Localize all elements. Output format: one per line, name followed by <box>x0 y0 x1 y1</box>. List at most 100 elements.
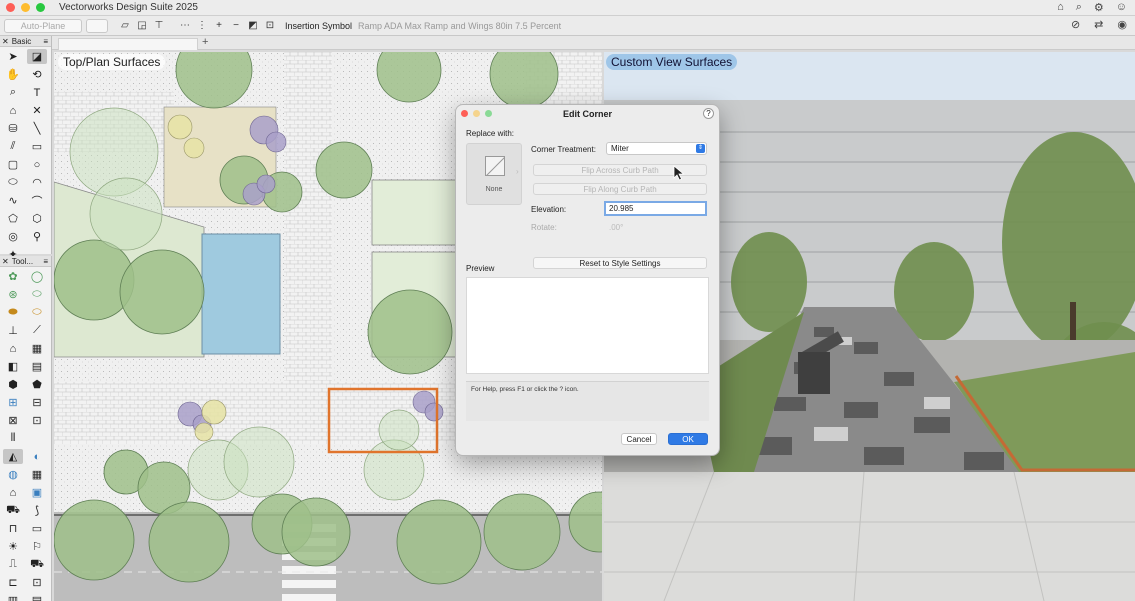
pipe-tool-icon[interactable]: ⊞ <box>3 395 23 410</box>
path-tool-icon[interactable]: ⟆ <box>27 503 47 518</box>
house-tool-icon[interactable]: ⌂ <box>3 485 23 500</box>
reset-to-style-settings-button[interactable]: Reset to Style Settings <box>533 257 707 269</box>
stair-tool-icon[interactable]: ⬢ <box>3 377 23 392</box>
flyover-tool-icon[interactable]: ⟲ <box>27 67 47 82</box>
polyline-tool-icon[interactable]: ⌒ <box>27 193 47 208</box>
text-tool-icon[interactable]: T <box>27 85 47 100</box>
roof-tool-icon[interactable]: ▦ <box>27 341 47 356</box>
selection-tool-icon[interactable]: ➤ <box>3 49 23 64</box>
window-controls[interactable] <box>6 3 45 12</box>
insertion-symbol-select[interactable]: Ramp ADA Max Ramp and Wings 80in 7.5 Per… <box>358 21 561 31</box>
snap-icon[interactable]: ⊘ <box>1071 18 1080 31</box>
rectangle-tool-icon[interactable]: ▭ <box>27 139 47 154</box>
fence-tool-icon[interactable]: ⊟ <box>27 395 47 410</box>
schedule-tool-icon[interactable]: ▥ <box>3 593 23 601</box>
curb-mode-icon[interactable]: ◲ <box>135 19 149 33</box>
parking-tool-icon[interactable]: ⊡ <box>27 413 47 428</box>
document-tab[interactable] <box>58 38 198 50</box>
elevation-field[interactable]: 20.985 <box>604 201 707 216</box>
site-model-icon[interactable]: ⊥ <box>3 323 23 338</box>
massing-tool-icon[interactable]: ◯ <box>27 269 47 284</box>
callout-tool-icon[interactable]: ⌂ <box>3 103 23 118</box>
layers-icon[interactable]: ⇄ <box>1094 18 1103 31</box>
wall-tool-icon[interactable]: ◧ <box>3 359 23 374</box>
landscape-area-icon[interactable]: ⬬ <box>3 305 23 320</box>
spiral-tool-icon[interactable]: ◎ <box>3 229 23 244</box>
zoom-window-button[interactable] <box>36 3 45 12</box>
grid-tool-icon[interactable]: ▦ <box>27 467 47 482</box>
oval-tool-icon[interactable]: ⬭ <box>3 175 23 190</box>
minimize-window-button[interactable] <box>21 3 30 12</box>
options-icon[interactable]: ⊡ <box>263 19 277 33</box>
render-icon[interactable]: ◉ <box>1117 18 1127 31</box>
flip-along-curb-path-button[interactable]: Flip Along Curb Path <box>533 183 707 195</box>
user-icon[interactable]: ☺ <box>1116 1 1127 14</box>
add-tab-icon[interactable]: + <box>202 36 208 48</box>
eyedropper-tool-icon[interactable]: ⚲ <box>27 229 47 244</box>
palette-menu-icon[interactable]: ≡ <box>43 257 48 266</box>
building-tool-icon[interactable]: ⌂ <box>3 341 23 356</box>
sidewalk-tool-icon[interactable]: ◭ <box>3 449 23 464</box>
settings-icon[interactable]: ⚙ <box>1094 1 1104 14</box>
zoom-tool-icon[interactable]: ⌕ <box>3 85 23 100</box>
freehand-tool-icon[interactable]: ∿ <box>3 193 23 208</box>
insertion-symbol-label: Insertion Symbol <box>285 20 353 31</box>
hardscape-tool-icon[interactable]: ⬭ <box>27 287 47 302</box>
arc-tool-icon[interactable]: ◠ <box>27 175 47 190</box>
line-tool-icon[interactable]: ╲ <box>27 121 47 136</box>
reshape-tool-icon[interactable]: ◪ <box>27 49 47 64</box>
close-window-button[interactable] <box>6 3 15 12</box>
circle-tool-icon[interactable]: ○ <box>27 157 47 172</box>
polygon-tool-icon[interactable]: ⬠ <box>3 211 23 226</box>
search-icon[interactable]: ⌕ <box>1076 1 1082 14</box>
report-tool-icon[interactable]: ▤ <box>27 593 47 601</box>
seating-tool-icon[interactable]: ⊏ <box>3 575 23 590</box>
symbol-mode-icon[interactable]: ⊤ <box>152 19 166 33</box>
lighting-tool-icon[interactable]: ☀ <box>3 539 23 554</box>
grade-tool-icon[interactable]: ⟋ <box>27 323 47 338</box>
media-tool-icon[interactable]: ⊡ <box>27 575 47 590</box>
close-palette-icon[interactable]: ✕ <box>2 37 9 46</box>
ok-button[interactable]: OK <box>668 433 708 445</box>
tree-tool-icon[interactable]: ⊛ <box>3 287 23 302</box>
attribute-mapping-icon[interactable]: ⛁ <box>3 121 23 136</box>
curb-tool-icon[interactable]: ⊠ <box>3 413 23 428</box>
vehicle-tool-icon[interactable]: ⛟ <box>3 503 23 518</box>
regular-polygon-tool-icon[interactable]: ⬡ <box>27 211 47 226</box>
plant-tool-icon[interactable]: ✿ <box>3 269 23 284</box>
home-icon[interactable]: ⌂ <box>1057 1 1064 14</box>
bench-tool-icon[interactable]: ⊓ <box>3 521 23 536</box>
water-tool-icon[interactable]: ◐ <box>27 449 47 464</box>
globe-tool-icon[interactable]: ◍ <box>3 467 23 482</box>
pan-tool-icon[interactable]: ✋ <box>3 67 23 82</box>
slab-tool-icon[interactable]: ▤ <box>27 359 47 374</box>
auto-plane-button[interactable]: Auto-Plane <box>4 18 82 33</box>
edit-corner-icon[interactable]: ◩ <box>246 19 260 33</box>
plan-view-label[interactable]: Top/Plan Surfaces <box>58 54 166 70</box>
camera-tool-icon[interactable]: ▣ <box>27 485 47 500</box>
sign-tool-icon[interactable]: ⚐ <box>27 539 47 554</box>
irrigation-icon[interactable]: ⬭ <box>27 305 47 320</box>
palette-menu-icon[interactable]: ≡ <box>43 37 48 46</box>
custom-view-label[interactable]: Custom View Surfaces <box>606 54 738 70</box>
double-line-tool-icon[interactable]: ⫽ <box>3 139 23 154</box>
remove-vertex-icon[interactable]: − <box>229 19 243 33</box>
cancel-button[interactable]: Cancel <box>621 433 657 445</box>
rotate-field[interactable]: .00° <box>604 221 707 234</box>
truck-tool-icon[interactable]: ⛟ <box>27 557 47 572</box>
dash-icon[interactable]: ⋯ <box>178 19 192 33</box>
fixture-tool-icon[interactable]: ⎍ <box>3 557 23 572</box>
furniture-tool-icon[interactable]: ▭ <box>27 521 47 536</box>
close-palette-icon[interactable]: ✕ <box>2 257 9 266</box>
replace-symbol-thumbnail[interactable]: None <box>466 143 522 205</box>
rounded-rect-tool-icon[interactable]: ▢ <box>3 157 23 172</box>
locus-tool-icon[interactable]: ✕ <box>27 103 47 118</box>
plane-toggle-button[interactable] <box>86 18 108 33</box>
help-icon[interactable]: ? <box>703 108 714 119</box>
add-vertex-icon[interactable]: + <box>212 19 226 33</box>
vertex-icon[interactable]: ⋮ <box>195 19 209 33</box>
ramp-mode-icon[interactable]: ▱ <box>118 19 132 33</box>
road-tool-icon[interactable]: ⫴ <box>3 431 23 446</box>
corner-treatment-select[interactable]: Miter ⇕ <box>606 142 707 155</box>
railing-tool-icon[interactable]: ⬟ <box>27 377 47 392</box>
